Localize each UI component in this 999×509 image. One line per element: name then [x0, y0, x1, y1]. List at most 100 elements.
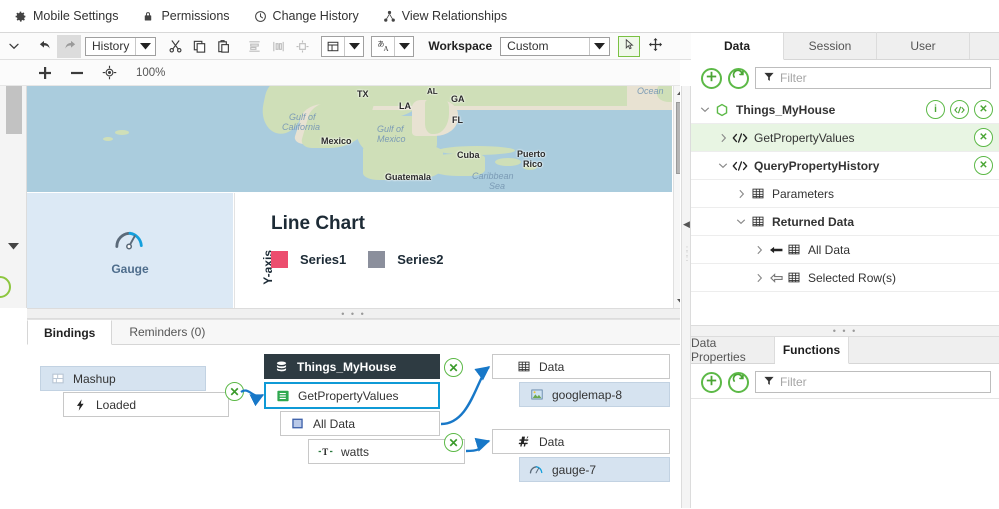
chevron-right-icon[interactable]: [751, 245, 767, 255]
data-filter-input[interactable]: Filter: [755, 67, 991, 89]
workspace-dropdown[interactable]: Custom: [500, 37, 610, 56]
binding-node-all-data[interactable]: All Data: [280, 411, 440, 436]
binding-node-gauge[interactable]: gauge-7: [519, 457, 670, 482]
chevron-down-icon[interactable]: [135, 38, 155, 55]
paste-button[interactable]: [211, 35, 235, 58]
tree-item-things-myhouse[interactable]: Things_MyHousei✕: [691, 96, 999, 124]
tree-item-actions: i✕: [926, 100, 993, 119]
close-button[interactable]: ✕: [974, 100, 993, 119]
binding-remove-badge[interactable]: ✕: [444, 358, 463, 377]
binding-remove-badge[interactable]: ✕: [225, 382, 244, 401]
caret-down-icon[interactable]: [674, 295, 680, 308]
binding-node-thing[interactable]: Things_MyHouse: [264, 354, 440, 379]
map-widget-icon: [529, 387, 544, 402]
tab-session[interactable]: Session: [784, 32, 877, 59]
panel-vertical-splitter[interactable]: ◀ :::: [681, 86, 691, 508]
tree-item-returned-data[interactable]: Returned Data: [691, 208, 999, 236]
chevron-down-icon[interactable]: [589, 38, 609, 55]
code-button[interactable]: [950, 100, 969, 119]
map-label: Rico: [523, 159, 543, 169]
chevron-down-icon[interactable]: [394, 37, 413, 56]
close-icon: ✕: [448, 361, 458, 375]
layout-icon: [322, 37, 344, 56]
copy-button[interactable]: [187, 35, 211, 58]
layout-dropdown[interactable]: [321, 36, 364, 57]
collapse-toolbar-button[interactable]: [2, 35, 26, 58]
pan-tool-button[interactable]: [644, 36, 666, 57]
funnel-icon: [764, 375, 774, 389]
canvas-bindings-splitter[interactable]: • • •: [27, 308, 680, 319]
refresh-entities-button[interactable]: [728, 68, 749, 89]
tab-functions[interactable]: Functions: [775, 337, 849, 364]
data-filter-placeholder: Filter: [780, 71, 807, 85]
tree-item-getpropertyvalues[interactable]: GetPropertyValues✕: [691, 124, 999, 152]
menu-item-change-history[interactable]: Change History: [248, 9, 377, 23]
binding-node-mashup[interactable]: Mashup: [40, 366, 206, 391]
chevron-down-icon[interactable]: [344, 37, 363, 56]
chevron-down-icon[interactable]: [715, 162, 731, 169]
tree-item-all-data[interactable]: All Data: [691, 236, 999, 264]
linechart-widget[interactable]: Line Chart Y-axis Series1 Series2: [234, 193, 672, 308]
binding-node-googlemap[interactable]: googlemap-8: [519, 382, 670, 407]
cut-button[interactable]: [163, 35, 187, 58]
undo-button[interactable]: [33, 35, 57, 58]
clock-icon: [254, 10, 267, 23]
minus-icon[interactable]: [68, 64, 86, 82]
scrollbar-thumb[interactable]: [676, 102, 680, 174]
legend-item[interactable]: Series2: [368, 251, 443, 268]
binding-node-data-number[interactable]: Data: [492, 429, 670, 454]
tab-user[interactable]: User: [877, 32, 970, 59]
binding-anchor-circle[interactable]: [0, 276, 11, 298]
mashup-canvas[interactable]: TXLAALGAFLGulf ofCaliforniaMexicoGulf of…: [27, 86, 680, 308]
menu-item-view-relationships[interactable]: View Relationships: [377, 9, 525, 23]
tab-bindings[interactable]: Bindings: [27, 320, 112, 345]
binding-node-data-table[interactable]: Data: [492, 354, 670, 379]
chevron-right-icon[interactable]: [751, 273, 767, 283]
binding-node-label: All Data: [313, 417, 355, 431]
tree-item-label: Returned Data: [767, 215, 993, 229]
binding-node-watts[interactable]: T watts: [308, 439, 465, 464]
select-tool-button[interactable]: [618, 36, 640, 57]
add-function-button[interactable]: [701, 372, 722, 393]
tree-item-querypropertyhistory[interactable]: QueryPropertyHistory✕: [691, 152, 999, 180]
refresh-functions-button[interactable]: [728, 372, 749, 393]
close-button[interactable]: ✕: [974, 156, 993, 175]
close-button[interactable]: ✕: [974, 128, 993, 147]
caret-down-icon[interactable]: [5, 239, 21, 253]
history-dropdown[interactable]: History: [85, 37, 156, 56]
functions-filter-input[interactable]: Filter: [755, 371, 991, 393]
menu-item-mobile-settings[interactable]: Mobile Settings: [8, 9, 136, 23]
chevron-down-icon[interactable]: [733, 218, 749, 225]
tree-item-parameters[interactable]: Parameters: [691, 180, 999, 208]
text-style-dropdown[interactable]: あA: [371, 36, 414, 57]
legend-item[interactable]: Series1: [271, 251, 346, 268]
add-entity-button[interactable]: [701, 68, 722, 89]
caret-up-icon[interactable]: [674, 86, 680, 99]
gauge-widget[interactable]: Gauge: [27, 193, 233, 308]
canvas-vertical-scrollbar[interactable]: [673, 86, 680, 308]
tab-reminders[interactable]: Reminders (0): [112, 319, 222, 344]
binding-node-loaded[interactable]: Loaded: [63, 392, 229, 417]
plus-icon[interactable]: [36, 64, 54, 82]
close-icon: ✕: [229, 385, 239, 399]
chevron-right-icon[interactable]: [733, 189, 749, 199]
googlemap-widget[interactable]: TXLAALGAFLGulf ofCaliforniaMexicoGulf of…: [27, 86, 672, 192]
chevron-right-icon[interactable]: [715, 133, 731, 143]
right-panel: Data Session User Filter Things_My: [691, 33, 999, 508]
tree-item-label: QueryPropertyHistory: [749, 159, 974, 173]
info-button[interactable]: i: [926, 100, 945, 119]
map-label: Sea: [489, 181, 505, 191]
collapse-panel-arrow-icon[interactable]: ◀: [683, 219, 690, 230]
menu-item-permissions[interactable]: Permissions: [136, 9, 247, 23]
redo-button[interactable]: [57, 35, 81, 58]
functions-filter-row: Filter: [691, 364, 999, 400]
target-icon[interactable]: [100, 64, 118, 82]
binding-remove-badge[interactable]: ✕: [444, 433, 463, 452]
map-label: Ocean: [637, 86, 664, 96]
chevron-down-icon[interactable]: [697, 106, 713, 113]
tree-item-selected-row-s[interactable]: Selected Row(s): [691, 264, 999, 292]
binding-node-service[interactable]: GetPropertyValues: [264, 382, 440, 409]
tab-data-properties[interactable]: Data Properties: [691, 336, 775, 363]
tab-data[interactable]: Data: [691, 33, 784, 60]
left-rail-scrollbar-thumb[interactable]: [6, 86, 22, 134]
